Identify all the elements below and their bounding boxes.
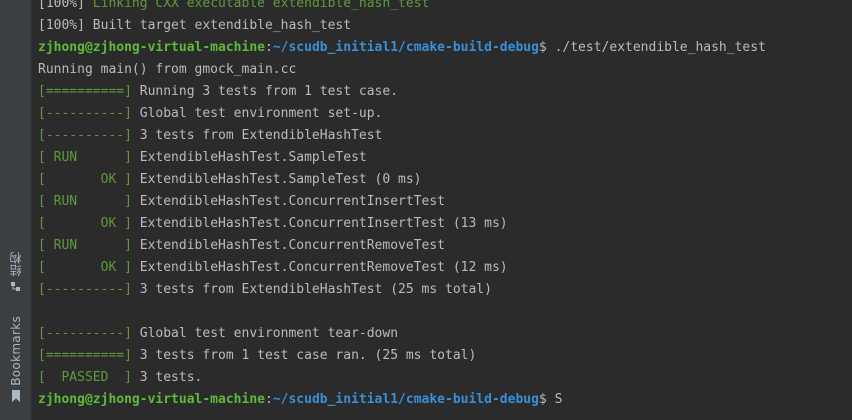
terminal-text: Global test environment set-up. [131,106,383,121]
terminal-text: [ PASSED ] [38,370,132,385]
terminal-text: ExtendibleHashTest.ConcurrentInsertTest [131,194,445,209]
terminal-text: ~/scudb_initial1/cmake-build-debug [272,40,539,55]
terminal-text: [100%] [38,0,93,11]
terminal-text: zjhong@zjhong-virtual-machine [38,392,265,407]
terminal-text: ExtendibleHashTest.SampleTest (0 ms) [131,172,422,187]
structure-icon [10,281,21,295]
terminal-text: ExtendibleHashTest.ConcurrentRemoveTest [131,238,445,253]
terminal-text: [----------] [38,282,132,297]
terminal-line: [----------] 3 tests from ExtendibleHash… [38,279,852,301]
terminal-text: [ RUN ] [38,150,132,165]
terminal-line: [----------] Global test environment tea… [38,323,852,345]
terminal-line: [ OK ] ExtendibleHashTest.ConcurrentRemo… [38,257,852,279]
terminal-text: [ OK ] [38,216,132,231]
terminal-text: [----------] [38,106,132,121]
terminal-line: [ RUN ] ExtendibleHashTest.ConcurrentRem… [38,235,852,257]
terminal-text: 3 tests from ExtendibleHashTest [131,128,383,143]
terminal-text: zjhong@zjhong-virtual-machine [38,40,265,55]
terminal-text: [ RUN ] [38,194,132,209]
terminal-text: [ OK ] [38,172,132,187]
terminal-line: [----------] 3 tests from ExtendibleHash… [38,125,852,147]
terminal-text: $ ./test/extendible_hash_test [538,40,766,55]
terminal-text: [----------] [38,128,132,143]
bookmark-icon [11,389,21,405]
terminal-text: [ RUN ] [38,238,132,253]
terminal-line: zjhong@zjhong-virtual-machine:~/scudb_in… [38,389,852,411]
terminal-text: [==========] [38,84,132,99]
terminal-line: [100%] Built target extendible_hash_test [38,15,852,37]
structure-tab-label: 结构 [9,252,23,277]
terminal-text: ExtendibleHashTest.SampleTest [131,150,367,165]
bookmarks-tab[interactable]: Bookmarks [0,314,31,405]
terminal-text: [ OK ] [38,260,132,275]
terminal-line: [ OK ] ExtendibleHashTest.ConcurrentInse… [38,213,852,235]
terminal-text: [----------] [38,326,132,341]
terminal-text: [==========] [38,348,132,363]
terminal-line: [100%] Linking CXX executable extendible… [38,0,852,15]
terminal-text: Linking CXX executable extendible_hash_t… [92,0,430,11]
terminal-text: Running main() from gmock_main.cc [38,62,297,77]
tool-window-sidebar: 结构 Bookmarks [0,0,32,420]
terminal-text: 3 tests from 1 test case ran. (25 ms tot… [131,348,477,363]
structure-tab[interactable]: 结构 [0,250,31,295]
terminal-output[interactable]: [100%] Linking CXX executable extendible… [38,0,852,420]
terminal-line: [ RUN ] ExtendibleHashTest.SampleTest [38,147,852,169]
terminal-line: [==========] 3 tests from 1 test case ra… [38,345,852,367]
terminal-text: Global test environment tear-down [131,326,399,341]
terminal-text: : [264,40,273,55]
terminal-line: Running main() from gmock_main.cc [38,59,852,81]
terminal-text: : [264,392,273,407]
terminal-text: Running 3 tests from 1 test case. [131,84,399,99]
terminal-line: [----------] Global test environment set… [38,103,852,125]
terminal-line: [ PASSED ] 3 tests. [38,367,852,389]
terminal-text: ExtendibleHashTest.ConcurrentRemoveTest … [131,260,508,275]
terminal-text: 3 tests. [131,370,203,385]
terminal-text: 3 tests from ExtendibleHashTest (25 ms t… [131,282,492,297]
terminal-line: [==========] Running 3 tests from 1 test… [38,81,852,103]
terminal-text: ~/scudb_initial1/cmake-build-debug [272,392,539,407]
bookmarks-tab-label: Bookmarks [8,316,23,386]
terminal-text: ExtendibleHashTest.ConcurrentInsertTest … [131,216,508,231]
terminal-line: [ RUN ] ExtendibleHashTest.ConcurrentIns… [38,191,852,213]
terminal-line: [ OK ] ExtendibleHashTest.SampleTest (0 … [38,169,852,191]
terminal-text: [100%] Built target extendible_hash_test [38,18,352,33]
terminal-text: $ S [538,392,563,407]
terminal-line: zjhong@zjhong-virtual-machine:~/scudb_in… [38,37,852,59]
